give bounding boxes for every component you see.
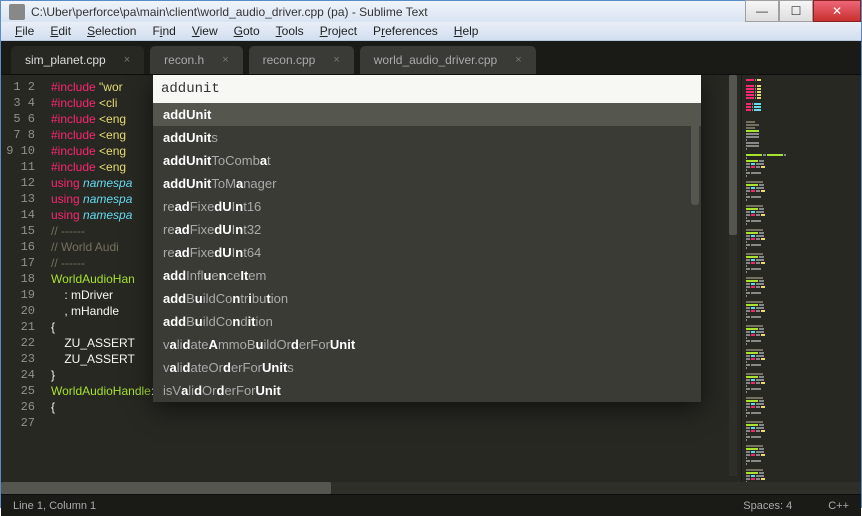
tab-label: recon.cpp bbox=[263, 53, 316, 67]
goto-item[interactable]: validateAmmoBuildOrderForUnit bbox=[153, 333, 701, 356]
goto-item[interactable]: addUnits bbox=[153, 126, 701, 149]
goto-item[interactable]: validateOrderForUnits bbox=[153, 356, 701, 379]
content: sim_planet.cpp×recon.h×recon.cpp×world_a… bbox=[1, 41, 861, 516]
tab-close-icon[interactable]: × bbox=[333, 54, 339, 66]
status-syntax[interactable]: C++ bbox=[828, 500, 849, 512]
horizontal-scrollbar-thumb[interactable] bbox=[1, 482, 331, 494]
goto-item[interactable]: readFixedUInt32 bbox=[153, 218, 701, 241]
editor-area: 1 2 3 4 5 6 7 8 9 10 11 12 13 14 15 16 1… bbox=[1, 75, 861, 494]
goto-input[interactable] bbox=[153, 75, 701, 103]
status-cursor-pos[interactable]: Line 1, Column 1 bbox=[13, 500, 96, 512]
menu-file[interactable]: File bbox=[7, 22, 42, 40]
window-controls: — ☐ ✕ bbox=[745, 1, 861, 22]
tab-recon-h[interactable]: recon.h × bbox=[150, 46, 242, 74]
goto-scrollbar[interactable] bbox=[691, 103, 699, 400]
menu-find[interactable]: Find bbox=[144, 22, 183, 40]
goto-item[interactable]: addUnit bbox=[153, 103, 701, 126]
menu-selection[interactable]: Selection bbox=[79, 22, 144, 40]
goto-item[interactable]: addBuildContribution bbox=[153, 287, 701, 310]
horizontal-scrollbar[interactable] bbox=[1, 482, 861, 494]
minimize-button[interactable]: — bbox=[745, 0, 779, 22]
tab-recon-cpp[interactable]: recon.cpp × bbox=[249, 46, 354, 74]
tab-sim_planet-cpp[interactable]: sim_planet.cpp × bbox=[11, 46, 144, 74]
goto-item[interactable]: readFixedUInt16 bbox=[153, 195, 701, 218]
tab-label: sim_planet.cpp bbox=[25, 53, 106, 67]
window-title: C:\Uber\perforce\pa\main\client\world_au… bbox=[31, 5, 745, 19]
goto-item[interactable]: addBuildCondition bbox=[153, 310, 701, 333]
goto-anything-panel: addUnitaddUnitsaddUnitToCombataddUnitToM… bbox=[153, 75, 701, 402]
tab-label: world_audio_driver.cpp bbox=[374, 53, 497, 67]
gutter: 1 2 3 4 5 6 7 8 9 10 11 12 13 14 15 16 1… bbox=[1, 75, 45, 494]
goto-scrollbar-thumb[interactable] bbox=[691, 105, 699, 205]
menu-goto[interactable]: Goto bbox=[226, 22, 268, 40]
tab-close-icon[interactable]: × bbox=[124, 54, 130, 66]
status-indentation[interactable]: Spaces: 4 bbox=[743, 500, 792, 512]
menu-view[interactable]: View bbox=[184, 22, 226, 40]
menu-preferences[interactable]: Preferences bbox=[365, 22, 446, 40]
titlebar[interactable]: C:\Uber\perforce\pa\main\client\world_au… bbox=[1, 1, 861, 22]
goto-item[interactable]: addInfluenceItem bbox=[153, 264, 701, 287]
vertical-scrollbar[interactable] bbox=[729, 75, 737, 476]
statusbar: Line 1, Column 1 Spaces: 4 C++ bbox=[1, 494, 861, 516]
tabbar: sim_planet.cpp×recon.h×recon.cpp×world_a… bbox=[1, 41, 861, 75]
close-button[interactable]: ✕ bbox=[813, 0, 861, 22]
goto-list: addUnitaddUnitsaddUnitToCombataddUnitToM… bbox=[153, 103, 701, 402]
goto-item[interactable]: addUnitToCombat bbox=[153, 149, 701, 172]
tab-close-icon[interactable]: × bbox=[222, 54, 228, 66]
tab-world_audio_driver-cpp[interactable]: world_audio_driver.cpp × bbox=[360, 46, 536, 74]
menu-help[interactable]: Help bbox=[446, 22, 487, 40]
minimap[interactable] bbox=[741, 75, 861, 494]
goto-item[interactable]: readFixedUInt64 bbox=[153, 241, 701, 264]
goto-item[interactable]: addUnitToManager bbox=[153, 172, 701, 195]
menu-project[interactable]: Project bbox=[312, 22, 365, 40]
menubar: File Edit Selection Find View Goto Tools… bbox=[1, 22, 861, 41]
menu-tools[interactable]: Tools bbox=[268, 22, 312, 40]
menu-edit[interactable]: Edit bbox=[42, 22, 79, 40]
app-window: C:\Uber\perforce\pa\main\client\world_au… bbox=[0, 0, 862, 508]
vertical-scrollbar-thumb[interactable] bbox=[729, 75, 737, 235]
tab-label: recon.h bbox=[164, 53, 204, 67]
app-icon bbox=[9, 4, 25, 20]
tab-close-icon[interactable]: × bbox=[515, 54, 521, 66]
goto-item[interactable]: isValidOrderForUnit bbox=[153, 379, 701, 402]
maximize-button[interactable]: ☐ bbox=[779, 0, 813, 22]
